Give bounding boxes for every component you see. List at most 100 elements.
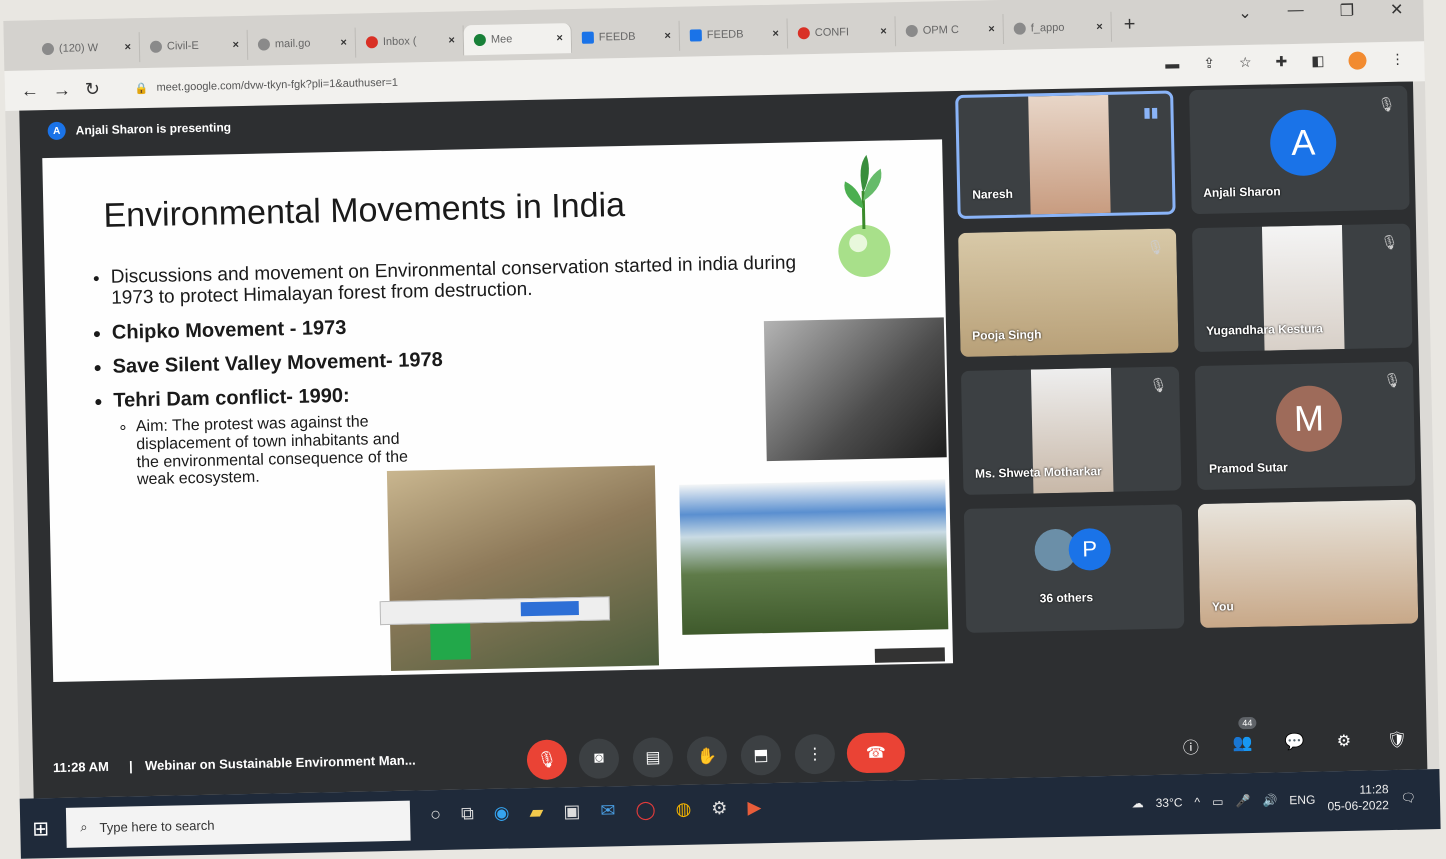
opera-icon[interactable]: ◯ (635, 799, 656, 820)
chevron-up-icon[interactable]: ^ (1194, 795, 1200, 809)
leave-call-button[interactable]: ☎ (846, 732, 906, 774)
video-feed (1028, 94, 1111, 215)
side-panel-icon[interactable]: ◧ (1311, 52, 1325, 70)
microphone-tray-icon[interactable]: 🎤 (1235, 794, 1250, 808)
url-text: meet.google.com/dvw-tkyn-fgk?pli=1&authu… (156, 76, 399, 94)
network-icon[interactable]: ▭ (1212, 794, 1224, 808)
edge-icon[interactable]: ◉ (494, 803, 510, 824)
close-icon[interactable]: × (448, 35, 455, 47)
task-view-icon[interactable]: ⧉ (461, 803, 474, 824)
taskbar-search[interactable]: ⌕ Type here to search (65, 800, 411, 848)
sub-bullet-aim: Aim: The protest was against the displac… (136, 412, 417, 489)
cortana-icon[interactable]: ○ (430, 804, 441, 825)
tab-3[interactable]: mail.go × (247, 27, 357, 60)
minimize-button[interactable]: — (1288, 2, 1304, 22)
close-icon[interactable]: × (988, 23, 995, 35)
store-icon[interactable]: ▣ (563, 801, 580, 822)
camera-toggle-button[interactable]: ◙ (578, 738, 620, 780)
participant-tile-shweta[interactable]: 🎙 Ms. Shweta Motharkar (960, 366, 1182, 495)
toolbar-icons: ▬ ⇪ ☆ ✚ ◧ ⋮ (1165, 51, 1405, 74)
close-icon[interactable]: × (664, 30, 671, 42)
participant-tile-3[interactable]: 🎙 Pooja Singh (958, 228, 1179, 357)
slide-controls[interactable] (874, 647, 945, 663)
mic-toggle-button[interactable]: 🎙 (526, 739, 568, 781)
close-window-button[interactable]: ✕ (1390, 0, 1404, 20)
host-controls-icon[interactable]: 🛡 (1387, 730, 1408, 750)
tab-2[interactable]: Civil-E × (139, 29, 249, 63)
others-tile[interactable]: P 36 others (963, 504, 1185, 633)
captions-button[interactable]: ▤ (632, 737, 674, 778)
profile-avatar[interactable] (1348, 51, 1367, 70)
tab-5[interactable]: Mee × (463, 23, 573, 56)
close-icon[interactable]: × (340, 37, 347, 49)
overlay-blue-button (520, 601, 579, 617)
new-tab-button[interactable]: + (1123, 13, 1135, 36)
present-button[interactable]: ⬒ (740, 734, 782, 776)
others-avatar: P (1068, 527, 1112, 571)
presenting-label: Anjali Sharon is presenting (75, 120, 232, 138)
notifications-icon[interactable]: 🗨 (1401, 790, 1417, 804)
settings-icon[interactable]: ⚙ (711, 798, 728, 819)
meeting-title: Webinar on Sustainable Environment Man..… (144, 752, 416, 774)
chrome-icon[interactable]: ◍ (675, 799, 691, 820)
windows-start-icon[interactable]: ⊞ (32, 816, 49, 841)
language-indicator[interactable]: ENG (1289, 792, 1315, 807)
window-controls: ⌄ — ❐ ✕ (1238, 0, 1404, 23)
volume-icon[interactable]: 🔊 (1262, 793, 1277, 807)
restore-button[interactable]: ❐ (1340, 1, 1355, 21)
slide-title: Environmental Movements in India (103, 185, 626, 235)
tab-7[interactable]: FEEDB × (679, 18, 789, 51)
participant-tile-pramod[interactable]: M 🎙 Pramod Sutar (1194, 361, 1416, 491)
youtube-icon (41, 42, 55, 56)
taskbar-clock[interactable]: 11:28 05-06-2022 (1327, 782, 1389, 814)
camera-icon[interactable]: ▬ (1165, 55, 1179, 73)
dam-canyon-image (379, 465, 660, 671)
presentation-slide: Environmental Movements in India Discuss… (42, 139, 954, 683)
raise-hand-button[interactable]: ✋ (686, 735, 728, 777)
tab-4[interactable]: Inbox (× (355, 25, 465, 58)
taskbar-apps: ○ ⧉ ◉ ▰ ▣ ✉ ◯ ◍ ⚙ ▶ (430, 797, 762, 825)
reload-icon[interactable]: ↻ (85, 79, 101, 100)
activities-icon[interactable]: ⚙ (1337, 731, 1352, 751)
extensions-icon[interactable]: ✚ (1275, 53, 1287, 71)
chat-icon[interactable]: 💬 (1285, 732, 1305, 752)
back-icon[interactable]: ← (21, 80, 39, 101)
mic-off-icon: 🎙 (1380, 233, 1399, 251)
media-icon[interactable]: ▶ (747, 797, 761, 818)
file-explorer-icon[interactable]: ▰ (529, 802, 543, 823)
close-icon[interactable]: × (880, 25, 887, 37)
participant-avatar: A (1269, 109, 1337, 177)
system-tray: ☁ 33°C ^ ▭ 🎤 🔊 ENG 11:28 05-06-2022 🗨 (1131, 782, 1417, 819)
info-icon[interactable]: ⓘ (1183, 734, 1200, 758)
bookmark-star-icon[interactable]: ☆ (1239, 54, 1252, 72)
globe-icon (1013, 22, 1026, 35)
tab-10[interactable]: f_appo × (1003, 11, 1113, 45)
participant-tile-anjali-sharon[interactable]: A 🎙 Anjali Sharon (1189, 85, 1410, 215)
people-icon[interactable]: 👥 (1233, 733, 1253, 753)
self-tile[interactable]: You (1197, 499, 1419, 629)
tab-8[interactable]: CONFI × (787, 16, 897, 49)
others-label: 36 others (1039, 590, 1094, 606)
tab-6[interactable]: FEEDB × (571, 20, 681, 54)
menu-dots-icon[interactable]: ⋮ (1390, 51, 1404, 69)
presenting-banner: A Anjali Sharon is presenting (47, 118, 232, 141)
document-icon (581, 31, 594, 44)
share-icon[interactable]: ⇪ (1203, 55, 1215, 73)
mail-icon[interactable]: ✉ (600, 800, 616, 821)
weather-icon[interactable]: ☁ (1132, 796, 1144, 810)
close-icon[interactable]: × (772, 28, 779, 40)
participant-tile-yugandhara[interactable]: 🎙 Yugandhara Kestura (1191, 223, 1413, 353)
close-icon[interactable]: × (232, 39, 239, 51)
forward-icon[interactable]: → (53, 80, 71, 101)
more-options-button[interactable]: ⋮ (794, 733, 836, 775)
close-icon[interactable]: × (556, 32, 563, 44)
tab-1[interactable]: (120) W × (31, 32, 141, 65)
meet-app: A Anjali Sharon is presenting Environmen… (19, 81, 1428, 799)
participant-name: Pramod Sutar (1208, 460, 1288, 476)
tab-search-button[interactable]: ⌄ (1238, 3, 1252, 23)
close-icon[interactable]: × (124, 41, 131, 53)
tab-9[interactable]: OPM C × (895, 14, 1005, 47)
bullet-intro: Discussions and movement on Environmenta… (111, 252, 832, 310)
close-icon[interactable]: × (1096, 21, 1103, 33)
participant-tile-naresh[interactable]: ▮▮ Naresh (955, 90, 1176, 220)
